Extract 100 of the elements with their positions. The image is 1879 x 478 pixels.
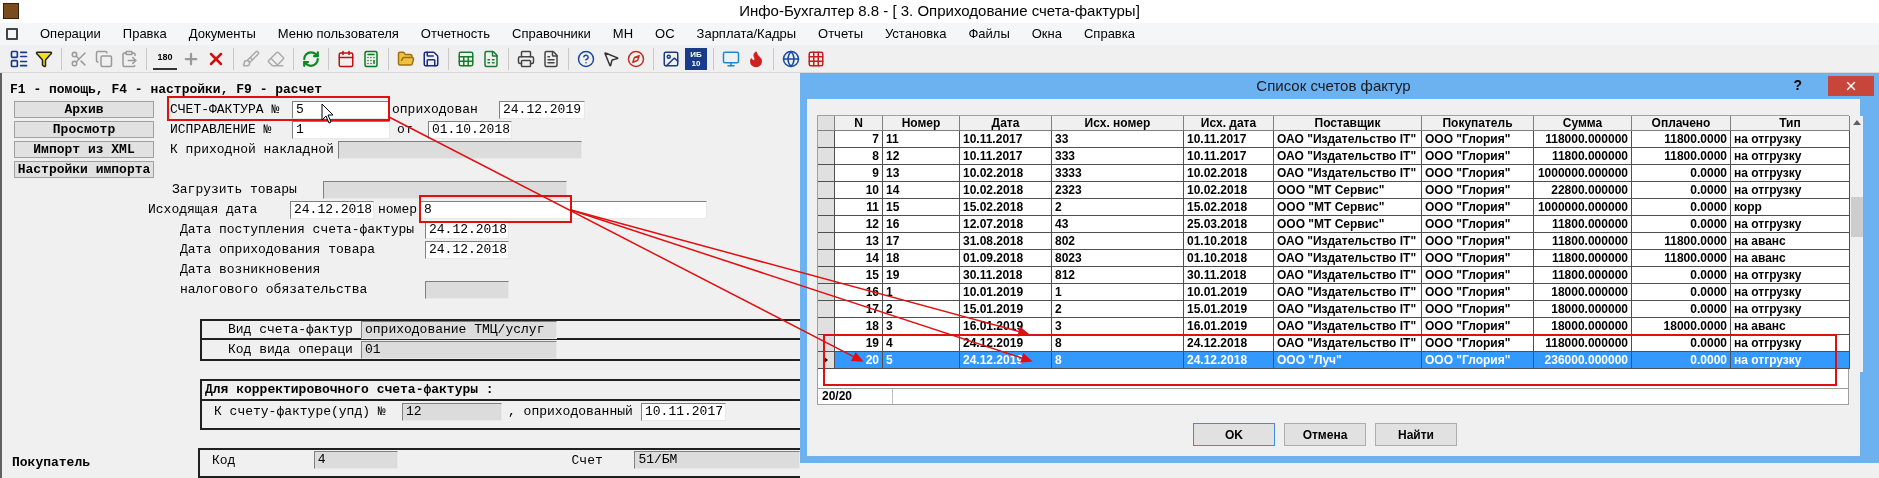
menu-item[interactable]: Файлы	[968, 24, 1010, 44]
label: номер	[378, 200, 418, 219]
table-cell: 236000.000000	[1534, 352, 1632, 369]
help-button[interactable]: ?	[1793, 75, 1802, 96]
dialog-button[interactable]: Найти	[1375, 423, 1457, 446]
section-title: Для корректировочного счета-фактуры :	[205, 381, 494, 400]
label: К приходной накладной	[170, 141, 335, 160]
label: Дата поступления счета-фактуры	[180, 220, 416, 239]
table-cell: ООО "Глория"	[1422, 352, 1534, 369]
label: Загрузить товары	[172, 180, 298, 199]
menu-item[interactable]: Справочники	[512, 24, 591, 44]
label: ИСПРАВЛЕНИЕ №	[170, 121, 273, 140]
column-header[interactable]: Поставщик	[1274, 116, 1422, 131]
mouse-cursor-icon	[321, 103, 334, 124]
menu-item[interactable]: Окна	[1031, 24, 1062, 44]
table-cell: 16.01.2019	[1184, 318, 1274, 335]
table-row[interactable]: 15 19 30.11.2018 812 30.11.2018 ОАО "Издательство IT" ООО "Глория" 11800.000000 0.0000 на отгрузку	[818, 267, 1850, 284]
label: Код	[212, 452, 237, 470]
input-field[interactable]: оприходование ТМЦ/услуг	[361, 320, 557, 339]
label: Дата возникновения	[180, 260, 321, 279]
column-header[interactable]: Исх. номер	[1052, 116, 1184, 131]
row-header	[818, 250, 835, 267]
table-row[interactable]: 14 18 01.09.2018 8023 01.10.2018 ОАО "Издательство IT" ООО "Глория" 11800.000000 11800.0000 на аванс	[818, 250, 1850, 267]
dialog-title: Список счетов фактур	[1256, 76, 1411, 94]
table-cell: 18000.0000	[1632, 318, 1731, 335]
row-header	[818, 131, 835, 148]
menu-item[interactable]: Отчеты	[818, 24, 863, 44]
label: , оприходованный	[508, 403, 634, 422]
input-field[interactable]: 24.12.2018	[425, 240, 509, 259]
row-header	[818, 318, 835, 335]
input-field[interactable]: 01	[361, 340, 557, 359]
input-field[interactable]: 1	[292, 121, 390, 139]
row-header	[818, 148, 835, 165]
window-title: Инфо-Бухгалтер 8.8 - [ 3. Оприходование счета-фактуры]	[739, 2, 1140, 20]
label: налогового обязательства	[180, 280, 369, 299]
menu-item[interactable]: ОС	[655, 24, 675, 44]
input-field[interactable]: 24.12.2018	[290, 200, 374, 219]
table-row[interactable]: 12 16 12.07.2018 43 25.03.2018 ООО "МТ Сервис" ООО "Глория" 11800.000000 0.0000 на отгрузку	[818, 216, 1850, 233]
table-cell: 24.12.2018	[1184, 352, 1274, 369]
label: Вид счета-фактур	[228, 320, 354, 339]
ib-icon[interactable]: ИБ 10	[685, 47, 707, 70]
row-header	[818, 182, 835, 199]
input-field[interactable]: 10.11.2017	[641, 403, 726, 421]
dialog-button[interactable]: Отмена	[1284, 423, 1366, 446]
row-header	[818, 165, 835, 182]
table-row[interactable]: 7 11 10.11.2017 33 10.11.2017 ОАО "Издательство IT" ООО "Глория" 118000.000000 11800.0000 на отгрузку	[818, 131, 1850, 148]
column-header[interactable]: N	[835, 116, 883, 131]
table-cell: 18	[835, 318, 883, 335]
table-row[interactable]: 11 15 15.02.2018 2 15.02.2018 ООО "МТ Сервис" ООО "Глория" 1000000.000000 0.0000 корр	[818, 199, 1850, 216]
scroll-up-icon[interactable]	[1853, 120, 1861, 125]
input-field[interactable]: 01.10.2018	[428, 121, 512, 139]
column-header[interactable]: Исх. дата	[1184, 116, 1274, 131]
menu-item[interactable]: Операции	[40, 24, 101, 44]
menu-item[interactable]: Отчетность	[420, 24, 491, 44]
menu-item[interactable]: Правка	[122, 24, 167, 44]
column-header[interactable]: Тип	[1731, 116, 1850, 131]
menu-item[interactable]: Зарплата/Кадры	[696, 24, 797, 44]
row-header	[818, 301, 835, 318]
menu-item[interactable]: Документы	[188, 24, 256, 44]
table-cell: 3	[1052, 318, 1184, 335]
scroll-thumb[interactable]	[1851, 197, 1863, 237]
table-row[interactable]: 8 12 10.11.2017 333 10.11.2017 ОАО "Издательство IT" ООО "Глория" 11800.000000 11800.0000 на отгрузку	[818, 148, 1850, 165]
input-field[interactable]: 12	[402, 403, 502, 421]
dialog-button[interactable]: OK	[1193, 423, 1275, 446]
input-field[interactable]: 24.12.2019	[499, 101, 585, 119]
table-cell: ООО "Глория"	[1422, 318, 1534, 335]
table-row[interactable]: 13 17 31.08.2018 802 01.10.2018 ОАО "Издательство IT" ООО "Глория" 11800.000000 11800.0000 на аванс	[818, 233, 1850, 250]
input-field[interactable]: 5	[292, 101, 390, 119]
form-button[interactable]: Настройки импорта	[14, 161, 154, 178]
input-field[interactable]	[323, 180, 567, 199]
input-field[interactable]	[338, 141, 582, 159]
row-header	[818, 216, 835, 233]
current-row-icon	[823, 356, 828, 364]
table-row[interactable]: 9 13 10.02.2018 3333 10.02.2018 ОАО "Издательство IT" ООО "Глория" 1000000.000000 0.0000 на отгрузку	[818, 165, 1850, 182]
label: СЧЕТ-ФАКТУРА №	[170, 101, 281, 120]
menu-item[interactable]: МН	[612, 24, 634, 44]
menu-item[interactable]: Меню пользователя	[277, 24, 399, 44]
input-field[interactable]: 51/БМ	[634, 451, 800, 469]
menu-item[interactable]: Установка	[885, 24, 947, 44]
column-header[interactable]: Оплачено	[1632, 116, 1731, 131]
table-cell: 18000.000000	[1534, 318, 1632, 335]
table-cell: ООО "Луч"	[1274, 352, 1422, 369]
form-button[interactable]: Импорт из XML	[14, 141, 154, 158]
close-icon	[1844, 79, 1858, 93]
form-button[interactable]: Просмотр	[14, 121, 154, 138]
label: Дата оприходования товара	[180, 240, 377, 259]
table-row[interactable]: 10 14 10.02.2018 2323 10.02.2018 ООО "МТ Сервис" ООО "Глория" 22800.000000 0.0000 на отгрузку	[818, 182, 1850, 199]
form-button[interactable]: Архив	[14, 101, 154, 118]
label: оприходован	[392, 101, 479, 120]
column-header[interactable]: Номер	[883, 116, 960, 131]
menu-item[interactable]: Справка	[1083, 24, 1135, 44]
input-field[interactable]: 4	[313, 451, 398, 469]
column-header[interactable]: Сумма	[1534, 116, 1632, 131]
hint-text: F1 - помощь, F4 - настройки, F9 - расчет	[10, 82, 323, 97]
input-field[interactable]	[425, 280, 509, 299]
column-header[interactable]: Дата	[960, 116, 1052, 131]
column-header[interactable]: Покупатель	[1422, 116, 1534, 131]
input-field[interactable]: 8	[420, 200, 707, 219]
table-cell: 5	[883, 352, 960, 369]
row-header	[818, 199, 835, 216]
